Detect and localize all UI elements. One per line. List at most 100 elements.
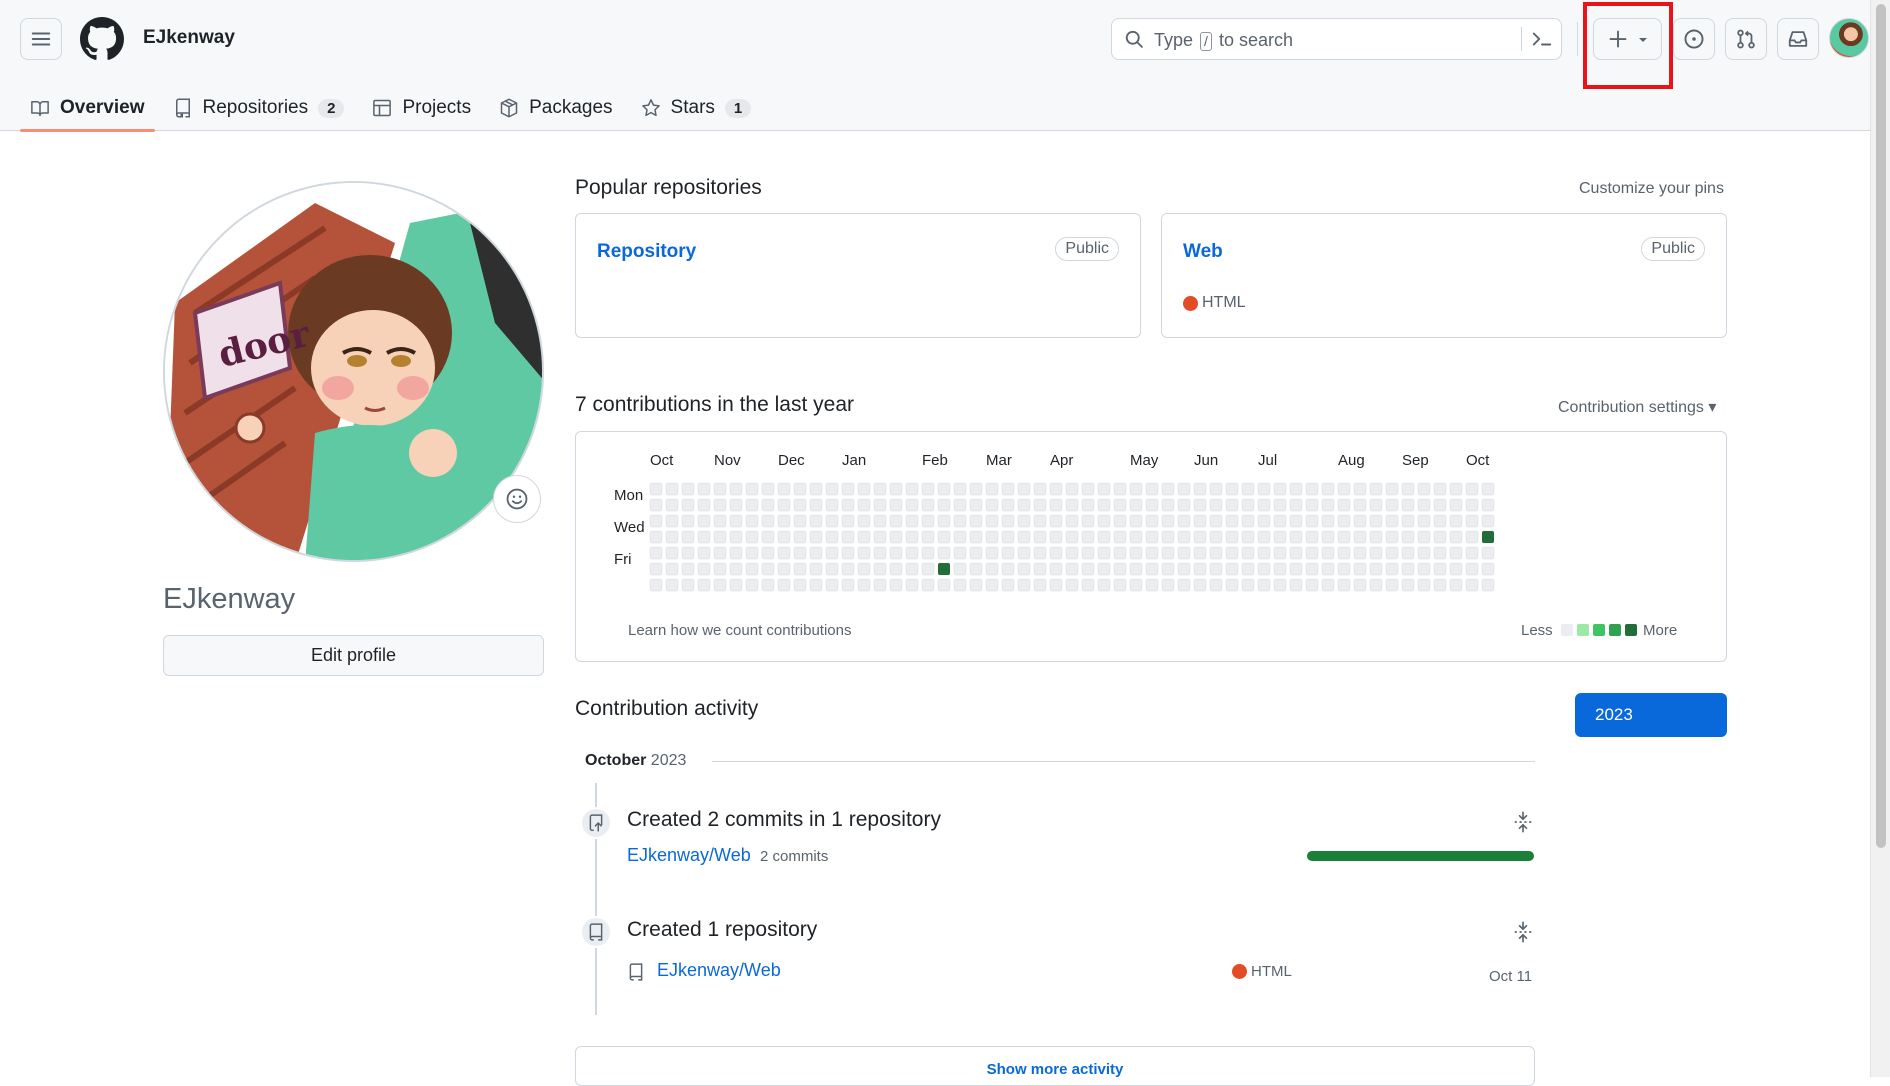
contribution-day-cell[interactable] xyxy=(713,562,727,576)
contribution-day-cell[interactable] xyxy=(1033,498,1047,512)
contribution-day-cell[interactable] xyxy=(809,578,823,592)
contribution-day-cell[interactable] xyxy=(921,530,935,544)
contribution-day-cell[interactable] xyxy=(1225,482,1239,496)
contribution-day-cell[interactable] xyxy=(1257,578,1271,592)
contribution-day-cell[interactable] xyxy=(1145,546,1159,560)
contribution-day-cell[interactable] xyxy=(1049,578,1063,592)
contribution-day-cell[interactable] xyxy=(1449,546,1463,560)
contribution-day-cell[interactable] xyxy=(793,578,807,592)
contribution-day-cell[interactable] xyxy=(969,482,983,496)
search-input[interactable]: Type / to search xyxy=(1111,18,1562,60)
contribution-day-cell[interactable] xyxy=(985,578,999,592)
fold-icon[interactable] xyxy=(1512,921,1534,943)
contribution-day-cell[interactable] xyxy=(1289,530,1303,544)
contribution-day-cell[interactable] xyxy=(1241,578,1255,592)
contribution-day-cell[interactable] xyxy=(1049,562,1063,576)
contribution-day-cell[interactable] xyxy=(1001,514,1015,528)
contribution-day-cell[interactable] xyxy=(889,498,903,512)
contribution-day-cell[interactable] xyxy=(1209,546,1223,560)
contribution-day-cell[interactable] xyxy=(873,562,887,576)
contribution-day-cell[interactable] xyxy=(1017,546,1031,560)
contribution-day-cell[interactable] xyxy=(1305,530,1319,544)
contribution-day-cell[interactable] xyxy=(1273,578,1287,592)
contribution-day-cell[interactable] xyxy=(1097,498,1111,512)
contribution-day-cell[interactable] xyxy=(1449,530,1463,544)
contribution-day-cell[interactable] xyxy=(857,498,871,512)
contribution-day-cell[interactable] xyxy=(1145,482,1159,496)
contribution-day-cell[interactable] xyxy=(889,562,903,576)
contribution-day-cell[interactable] xyxy=(1417,530,1431,544)
inbox-button[interactable] xyxy=(1777,18,1819,60)
contribution-day-cell[interactable] xyxy=(1337,514,1351,528)
contribution-day-cell[interactable] xyxy=(793,546,807,560)
contribution-day-cell[interactable] xyxy=(1257,530,1271,544)
contribution-day-cell[interactable] xyxy=(1033,482,1047,496)
contribution-day-cell[interactable] xyxy=(1337,530,1351,544)
contribution-day-cell[interactable] xyxy=(1001,546,1015,560)
contribution-day-cell[interactable] xyxy=(729,562,743,576)
contribution-day-cell[interactable] xyxy=(665,546,679,560)
contribution-day-cell[interactable] xyxy=(873,530,887,544)
contribution-day-cell[interactable] xyxy=(1465,482,1479,496)
contribution-day-cell[interactable] xyxy=(697,514,711,528)
contribution-day-cell[interactable] xyxy=(697,578,711,592)
contribution-day-cell[interactable] xyxy=(905,562,919,576)
contribution-day-cell[interactable] xyxy=(1209,562,1223,576)
contribution-day-cell[interactable] xyxy=(1321,562,1335,576)
contribution-day-cell[interactable] xyxy=(1081,498,1095,512)
contribution-day-cell[interactable] xyxy=(1209,514,1223,528)
contribution-day-cell[interactable] xyxy=(937,546,951,560)
contribution-day-cell[interactable] xyxy=(1433,482,1447,496)
contribution-day-cell[interactable] xyxy=(745,498,759,512)
contribution-day-cell[interactable] xyxy=(1417,578,1431,592)
contribution-day-cell[interactable] xyxy=(1305,578,1319,592)
contribution-day-cell[interactable] xyxy=(1433,530,1447,544)
contribution-day-cell[interactable] xyxy=(1465,530,1479,544)
contribution-day-cell[interactable] xyxy=(745,530,759,544)
contribution-day-cell[interactable] xyxy=(985,514,999,528)
contribution-day-cell[interactable] xyxy=(985,498,999,512)
contribution-day-cell[interactable] xyxy=(697,498,711,512)
contribution-day-cell[interactable] xyxy=(1273,498,1287,512)
contribution-day-cell[interactable] xyxy=(1049,514,1063,528)
command-palette-icon[interactable] xyxy=(1530,28,1554,50)
contribution-day-cell[interactable] xyxy=(889,482,903,496)
contribution-day-cell[interactable] xyxy=(1353,546,1367,560)
contribution-day-cell[interactable] xyxy=(1241,514,1255,528)
contribution-day-cell[interactable] xyxy=(665,578,679,592)
contribution-day-cell[interactable] xyxy=(1401,482,1415,496)
contribution-day-cell[interactable] xyxy=(1433,498,1447,512)
contribution-day-cell[interactable] xyxy=(1049,482,1063,496)
contribution-day-cell[interactable] xyxy=(649,562,663,576)
contribution-day-cell[interactable] xyxy=(873,482,887,496)
contribution-day-cell[interactable] xyxy=(681,514,695,528)
contribution-day-cell[interactable] xyxy=(1017,562,1031,576)
contribution-day-cell[interactable] xyxy=(1033,546,1047,560)
contribution-day-cell[interactable] xyxy=(777,498,791,512)
contribution-day-cell[interactable] xyxy=(1129,482,1143,496)
contribution-day-cell[interactable] xyxy=(1401,578,1415,592)
contribution-day-cell[interactable] xyxy=(1161,498,1175,512)
contribution-day-cell[interactable] xyxy=(761,562,775,576)
contribution-day-cell[interactable] xyxy=(1177,562,1191,576)
header-username[interactable]: EJkenway xyxy=(143,27,235,49)
contribution-day-cell[interactable] xyxy=(1417,562,1431,576)
contribution-day-cell[interactable] xyxy=(681,530,695,544)
contribution-day-cell[interactable] xyxy=(697,530,711,544)
contribution-day-cell[interactable] xyxy=(649,578,663,592)
contribution-day-cell[interactable] xyxy=(1481,482,1495,496)
contribution-day-cell[interactable] xyxy=(969,562,983,576)
contribution-day-cell[interactable] xyxy=(1385,514,1399,528)
contribution-day-cell[interactable] xyxy=(1401,530,1415,544)
fold-icon[interactable] xyxy=(1512,811,1534,833)
contribution-day-cell[interactable] xyxy=(1369,546,1383,560)
contribution-day-cell[interactable] xyxy=(761,482,775,496)
contribution-day-cell[interactable] xyxy=(1321,482,1335,496)
contribution-day-cell[interactable] xyxy=(1305,482,1319,496)
contribution-day-cell[interactable] xyxy=(1369,578,1383,592)
contribution-day-cell[interactable] xyxy=(1449,562,1463,576)
contribution-day-cell[interactable] xyxy=(809,498,823,512)
contribution-day-cell[interactable] xyxy=(1337,498,1351,512)
contribution-day-cell[interactable] xyxy=(1481,498,1495,512)
contribution-day-cell[interactable] xyxy=(1465,562,1479,576)
